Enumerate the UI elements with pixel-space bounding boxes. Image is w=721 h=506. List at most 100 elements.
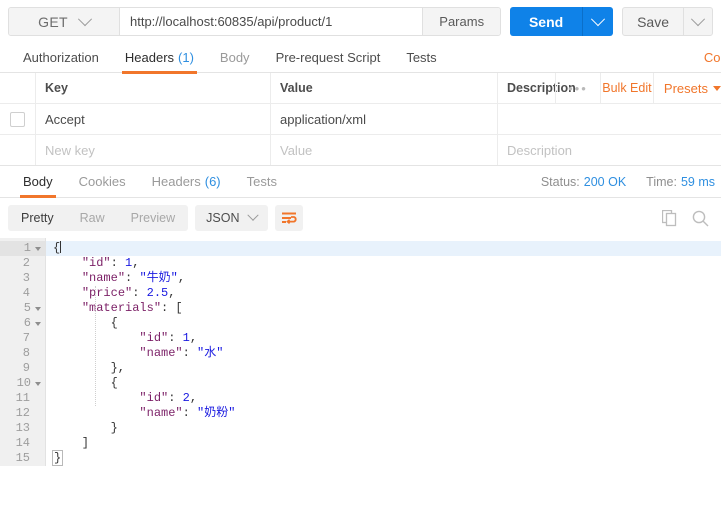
tab-label: Tests bbox=[406, 50, 436, 65]
line-number: 10 bbox=[0, 376, 45, 391]
code-token: 2.5 bbox=[147, 286, 169, 300]
more-options-icon[interactable]: ••• bbox=[555, 73, 601, 103]
save-button[interactable]: Save bbox=[623, 8, 683, 35]
send-group: Send bbox=[510, 7, 613, 36]
bulk-edit-button[interactable]: Bulk Edit bbox=[601, 73, 654, 103]
line-number: 8 bbox=[0, 346, 45, 361]
code-line[interactable]: "price": 2.5, bbox=[46, 286, 721, 301]
code-line[interactable]: "id": 1, bbox=[46, 256, 721, 271]
status-value: 200 OK bbox=[584, 175, 626, 189]
send-button[interactable]: Send bbox=[510, 7, 582, 36]
new-value-input[interactable]: Value bbox=[271, 135, 498, 165]
tab-headers[interactable]: Headers (1) bbox=[112, 42, 207, 73]
line-number-text: 2 bbox=[23, 256, 30, 271]
line-number: 12 bbox=[0, 406, 45, 421]
http-method-select[interactable]: GET bbox=[9, 8, 120, 35]
line-number-text: 5 bbox=[24, 301, 31, 316]
tab-label: Body bbox=[220, 50, 250, 65]
response-tab-body[interactable]: Body bbox=[10, 166, 66, 197]
code-line[interactable]: { bbox=[46, 316, 721, 331]
new-key-input[interactable]: New key bbox=[36, 135, 271, 165]
code-token: : [ bbox=[161, 301, 183, 315]
format-label: JSON bbox=[206, 211, 239, 225]
row-checkbox[interactable] bbox=[10, 112, 25, 127]
code-line[interactable]: ] bbox=[46, 436, 721, 451]
tab-label: Pre-request Script bbox=[276, 50, 381, 65]
copy-glyph bbox=[662, 210, 678, 227]
code-token bbox=[53, 271, 82, 285]
format-select[interactable]: JSON bbox=[195, 205, 268, 231]
code-line[interactable]: "id": 1, bbox=[46, 331, 721, 346]
code-line[interactable]: { bbox=[46, 376, 721, 391]
row-value-cell[interactable]: application/xml bbox=[271, 104, 498, 134]
code-line[interactable]: } bbox=[46, 421, 721, 436]
code-token: "id" bbox=[139, 391, 168, 405]
row-checkbox-cell bbox=[0, 104, 36, 134]
send-options-button[interactable] bbox=[582, 7, 613, 36]
view-mode-pretty[interactable]: Pretty bbox=[8, 205, 67, 231]
save-options-button[interactable] bbox=[683, 8, 712, 35]
row-key-cell[interactable]: Accept bbox=[36, 104, 271, 134]
params-button[interactable]: Params bbox=[422, 8, 500, 35]
tab-tests[interactable]: Tests bbox=[393, 42, 449, 73]
code-token: 2 bbox=[183, 391, 190, 405]
code-token: "牛奶" bbox=[139, 271, 177, 285]
code-line[interactable]: } bbox=[46, 451, 721, 466]
response-tab-headers[interactable]: Headers (6) bbox=[139, 166, 234, 197]
fold-toggle-icon[interactable] bbox=[35, 307, 41, 311]
chevron-down-icon bbox=[78, 12, 92, 26]
code-line[interactable]: "id": 2, bbox=[46, 391, 721, 406]
line-number: 11 bbox=[0, 391, 45, 406]
new-row-checkbox-cell bbox=[0, 135, 36, 165]
word-wrap-icon[interactable] bbox=[275, 205, 303, 231]
code-line[interactable]: { bbox=[46, 241, 721, 256]
code-line[interactable]: }, bbox=[46, 361, 721, 376]
headers-table-actions: ••• Bulk Edit Presets bbox=[555, 73, 721, 103]
response-tab-tests[interactable]: Tests bbox=[234, 166, 290, 197]
code-token bbox=[53, 286, 82, 300]
code-line[interactable]: "materials": [ bbox=[46, 301, 721, 316]
header-checkbox-column bbox=[0, 73, 36, 103]
fold-toggle-icon[interactable] bbox=[35, 382, 41, 386]
view-mode-raw[interactable]: Raw bbox=[67, 205, 118, 231]
code-token: , bbox=[132, 256, 139, 270]
code-token: : bbox=[132, 286, 146, 300]
table-row-new[interactable]: New key Value Description bbox=[0, 135, 721, 165]
line-number: 3 bbox=[0, 271, 45, 286]
code-token: }, bbox=[53, 361, 125, 375]
response-tab-cookies[interactable]: Cookies bbox=[66, 166, 139, 197]
new-description-input[interactable]: Description bbox=[498, 135, 721, 165]
line-number-text: 6 bbox=[24, 316, 31, 331]
table-row[interactable]: Accept application/xml bbox=[0, 104, 721, 135]
code-token: , bbox=[190, 331, 197, 345]
request-bar: GET http://localhost:60835/api/product/1… bbox=[0, 0, 721, 42]
view-mode-preview[interactable]: Preview bbox=[118, 205, 188, 231]
fold-toggle-icon[interactable] bbox=[35, 247, 41, 251]
fold-toggle-icon[interactable] bbox=[35, 322, 41, 326]
line-number-text: 8 bbox=[23, 346, 30, 361]
code-token: } bbox=[53, 421, 118, 435]
tab-body[interactable]: Body bbox=[207, 42, 263, 73]
new-description-placeholder: Description bbox=[507, 143, 572, 158]
code-token bbox=[53, 256, 82, 270]
body-toolbar-actions bbox=[662, 210, 713, 227]
code-line[interactable]: "name": "牛奶", bbox=[46, 271, 721, 286]
tab-count: (1) bbox=[178, 50, 194, 65]
chevron-down-icon bbox=[248, 210, 259, 221]
http-method-label: GET bbox=[38, 14, 68, 30]
response-body-code-viewer[interactable]: 123456789101112131415 { "id": 1, "name":… bbox=[0, 238, 721, 466]
code-token: "水" bbox=[197, 346, 223, 360]
code-line[interactable]: "name": "奶粉" bbox=[46, 406, 721, 421]
code-lines[interactable]: { "id": 1, "name": "牛奶", "price": 2.5, "… bbox=[46, 238, 721, 466]
tab-pre-request-script[interactable]: Pre-request Script bbox=[263, 42, 394, 73]
copy-icon[interactable] bbox=[662, 210, 678, 227]
code-link[interactable]: Code bbox=[704, 50, 721, 65]
code-line[interactable]: "name": "水" bbox=[46, 346, 721, 361]
presets-dropdown[interactable]: Presets bbox=[654, 73, 721, 103]
line-number: 5 bbox=[0, 301, 45, 316]
row-description-cell[interactable] bbox=[498, 104, 721, 134]
url-input[interactable]: http://localhost:60835/api/product/1 bbox=[120, 8, 422, 35]
search-icon[interactable] bbox=[692, 210, 709, 227]
indent-guide bbox=[95, 286, 97, 406]
tab-authorization[interactable]: Authorization bbox=[10, 42, 112, 73]
